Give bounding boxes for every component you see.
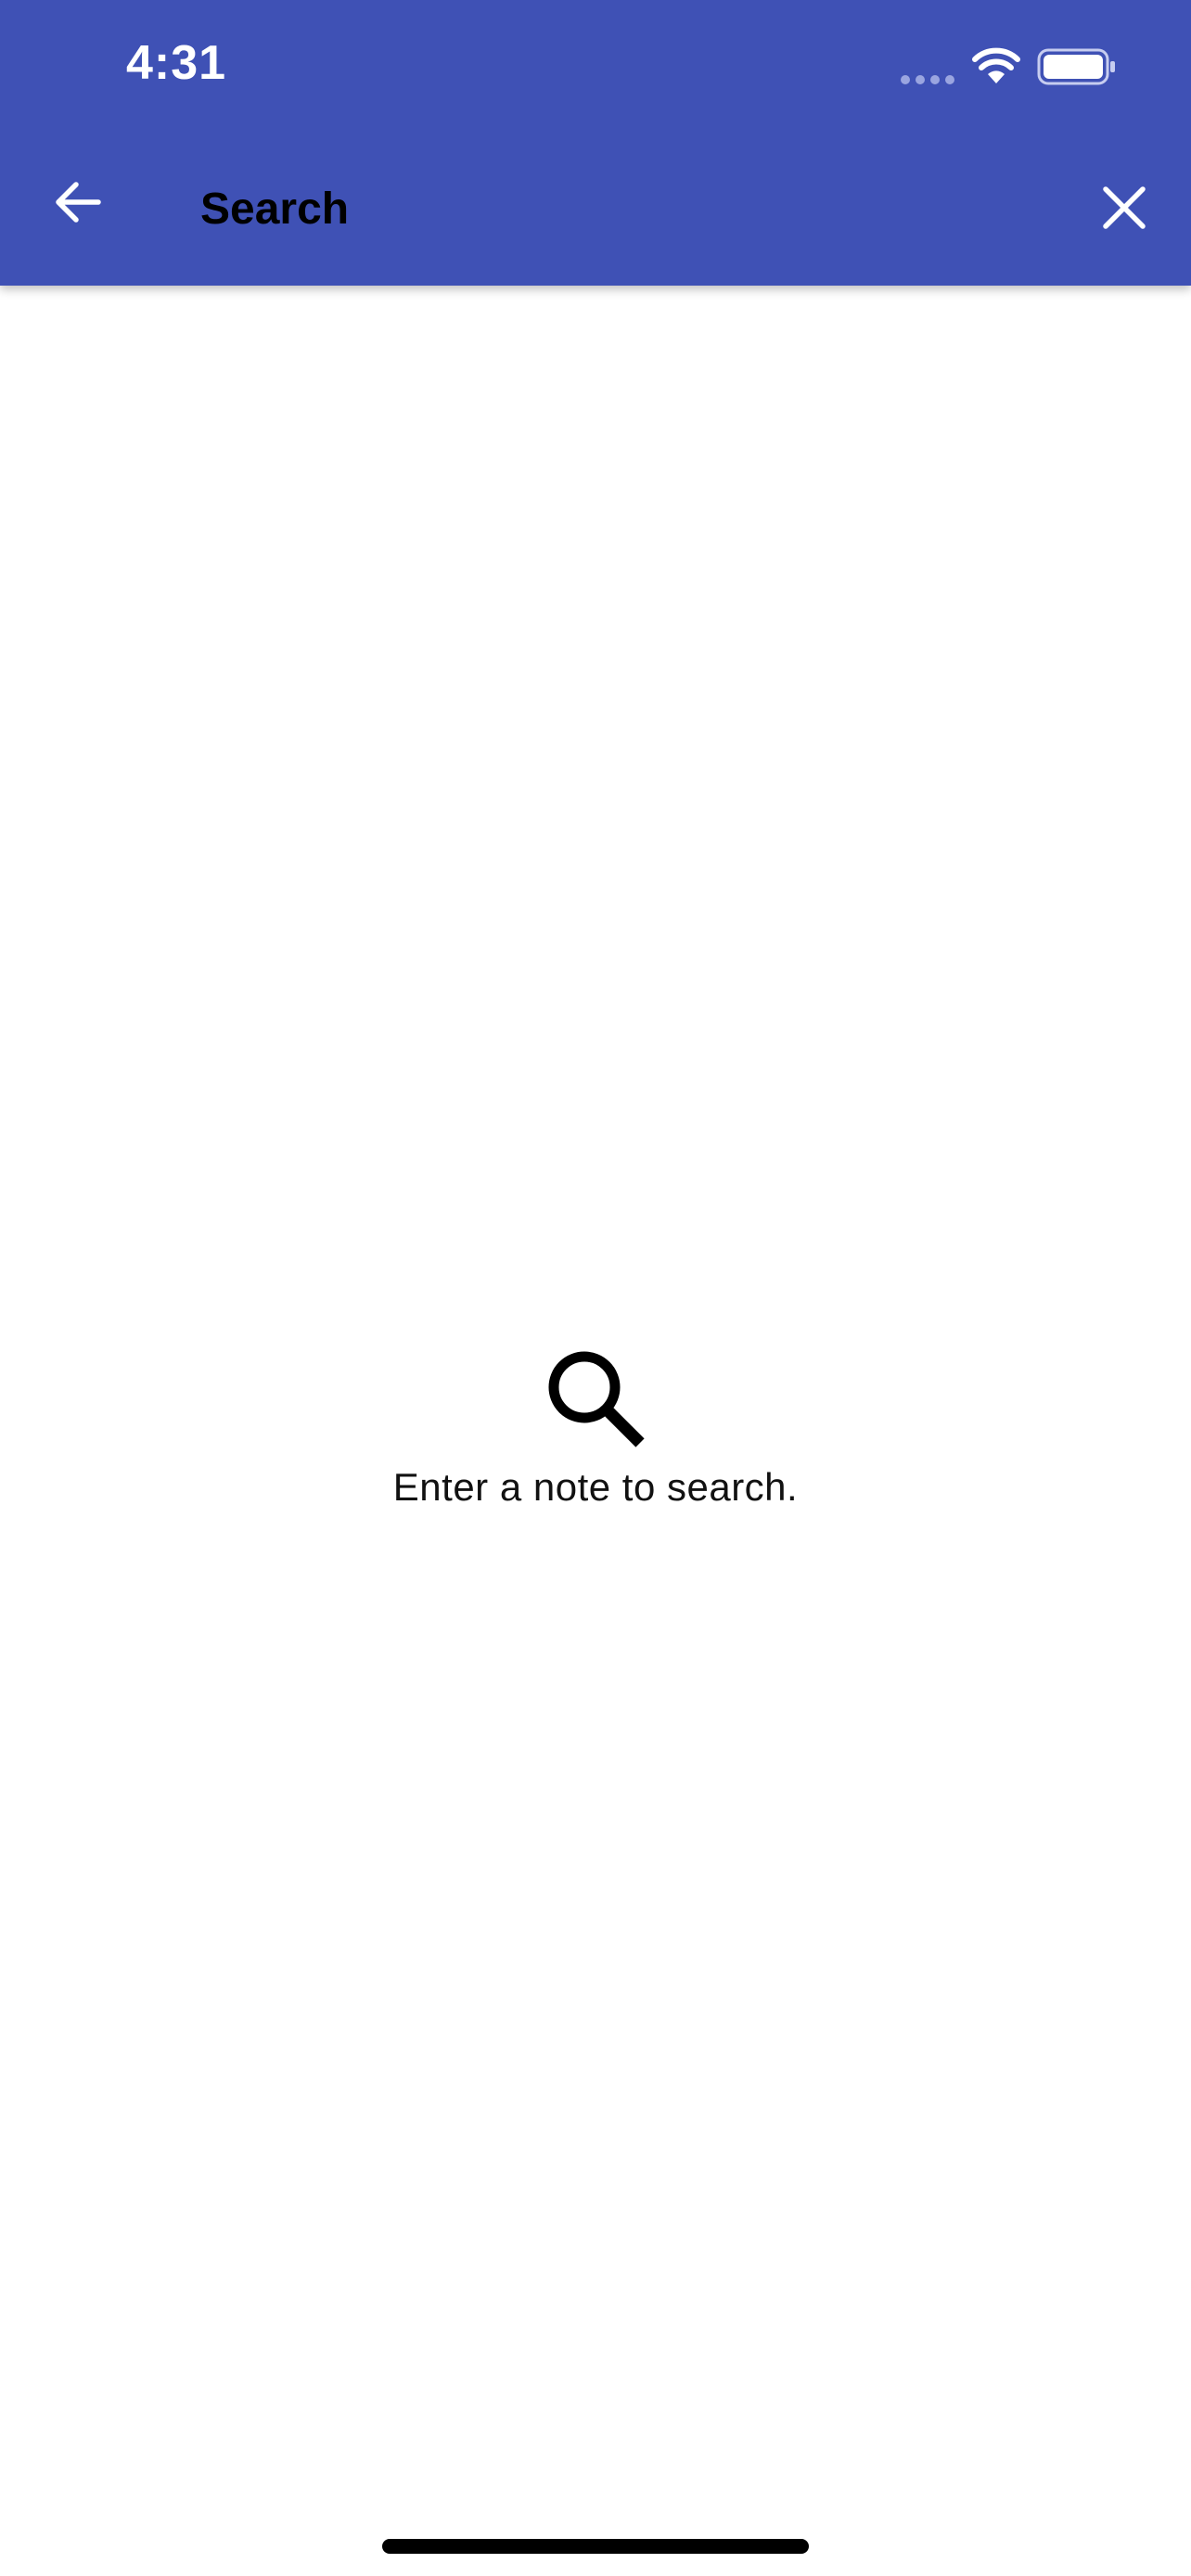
home-indicator[interactable] [382,2539,809,2554]
status-bar: 4:31 [0,0,1191,139]
clear-button[interactable] [1091,174,1158,241]
empty-state-message: Enter a note to search. [392,1465,799,1509]
close-icon [1103,186,1146,229]
arrow-left-icon [56,182,101,223]
wifi-icon [972,47,1020,83]
status-time: 4:31 [126,36,227,90]
toolbar: Search [0,139,1191,286]
battery-icon [1037,48,1115,85]
cellular-signal-icon [901,75,954,84]
app-bar: 4:31 Search [0,0,1191,286]
search-screen: 4:31 Search Enter a note to search. [0,0,1191,2576]
back-button[interactable] [45,169,111,236]
search-icon [548,1351,645,1447]
page-title: Search [200,185,350,234]
empty-state: Enter a note to search. [0,1345,1191,1510]
